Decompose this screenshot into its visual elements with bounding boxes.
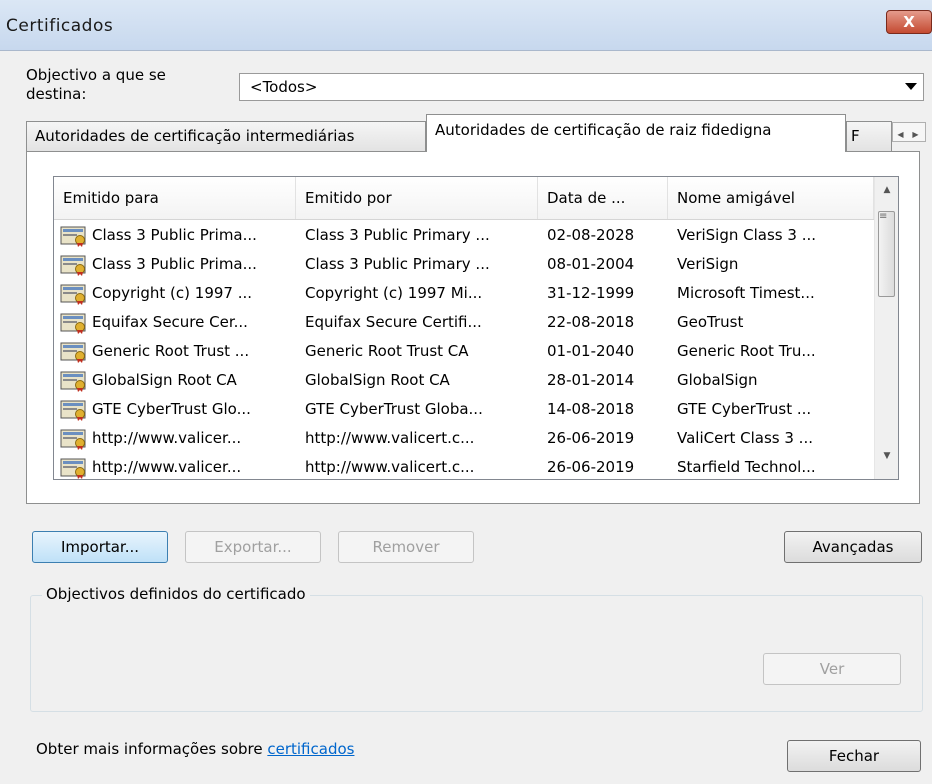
column-header-expiration[interactable]: Data de ...	[538, 177, 668, 219]
purpose-dropdown[interactable]: <Todos>	[239, 73, 924, 101]
import-button[interactable]: Importar...	[32, 531, 168, 563]
cell-issued-by: GlobalSign Root CA	[305, 371, 450, 389]
cell-expiration: 14-08-2018	[547, 400, 635, 418]
cell-expiration: 08-01-2004	[547, 255, 635, 273]
scroll-up-icon[interactable]: ▲	[875, 185, 898, 205]
cell-friendly-name: Generic Root Tru...	[677, 342, 816, 360]
table-row[interactable]: http://www.valicer... http://www.valicert…	[54, 453, 874, 479]
cell-issued-to: http://www.valicer...	[92, 429, 242, 447]
cell-friendly-name: GTE CyberTrust ...	[677, 400, 812, 418]
tab-scroll-buttons: ◀ ▶	[892, 122, 926, 142]
cell-friendly-name: VeriSign	[677, 255, 739, 273]
certificate-icon	[60, 457, 88, 479]
cell-friendly-name: GeoTrust	[677, 313, 744, 331]
export-button[interactable]: Exportar...	[185, 531, 321, 563]
certificate-icon	[60, 341, 88, 363]
close-icon: X	[903, 13, 915, 31]
cell-friendly-name: ValiCert Class 3 ...	[677, 429, 813, 447]
cell-expiration: 26-06-2019	[547, 458, 635, 476]
tab-panel: Emitido para Emitido por Data de ... Nom…	[26, 151, 920, 504]
cell-expiration: 28-01-2014	[547, 371, 635, 389]
list-header: Emitido para Emitido por Data de ... Nom…	[54, 177, 874, 220]
window-title: Certificados	[6, 16, 114, 36]
table-row[interactable]: Class 3 Public Prima... Class 3 Public Pr…	[54, 250, 874, 279]
cell-issued-to: Copyright (c) 1997 ...	[92, 284, 253, 302]
purpose-selected-value: <Todos>	[250, 78, 318, 96]
grip-icon: ≡	[879, 211, 888, 222]
chevron-down-icon[interactable]	[905, 83, 917, 90]
view-button[interactable]: Ver	[763, 653, 901, 685]
table-row[interactable]: GlobalSign Root CA GlobalSign Root CA 28-0…	[54, 366, 874, 395]
purpose-label-line2: destina:	[26, 85, 87, 103]
table-row[interactable]: Class 3 Public Prima... Class 3 Public Pr…	[54, 221, 874, 250]
table-row[interactable]: http://www.valicer... http://www.valicert…	[54, 424, 874, 453]
table-row[interactable]: Copyright (c) 1997 ... Copyright (c) 1997…	[54, 279, 874, 308]
cell-issued-by: http://www.valicert.c...	[305, 458, 475, 476]
certificate-icon	[60, 283, 88, 305]
footer-text: Obter mais informações sobre	[36, 740, 268, 758]
cell-friendly-name: Starfield Technol...	[677, 458, 816, 476]
scroll-down-icon[interactable]: ▼	[875, 451, 898, 471]
cell-issued-by: Equifax Secure Certifi...	[305, 313, 482, 331]
cell-issued-by: GTE CyberTrust Globa...	[305, 400, 483, 418]
certificate-icon	[60, 254, 88, 276]
column-header-issued-to[interactable]: Emitido para	[54, 177, 296, 219]
tab-scroll-right-icon[interactable]: ▶	[908, 126, 923, 144]
purpose-label-line1: Objectivo a que se	[26, 66, 166, 84]
cell-issued-to: Equifax Secure Cer...	[92, 313, 248, 331]
tab-next-partial[interactable]: F	[846, 121, 892, 151]
cell-issued-by: Class 3 Public Primary ...	[305, 226, 490, 244]
tab-intermediate-cas[interactable]: Autoridades de certificação intermediári…	[26, 121, 426, 151]
cell-issued-to: GlobalSign Root CA	[92, 371, 237, 389]
cell-issued-to: Class 3 Public Prima...	[92, 226, 257, 244]
certificate-icon	[60, 370, 88, 392]
table-row[interactable]: Generic Root Trust ... Generic Root Trust…	[54, 337, 874, 366]
tab-trusted-root-cas[interactable]: Autoridades de certificação de raiz fide…	[426, 114, 846, 152]
certificates-dialog: Certificados X Objectivo a que se destin…	[0, 0, 932, 784]
certificate-icon	[60, 399, 88, 421]
cell-issued-by: Copyright (c) 1997 Mi...	[305, 284, 483, 302]
certificate-icon	[60, 225, 88, 247]
cell-expiration: 31-12-1999	[547, 284, 635, 302]
cell-expiration: 22-08-2018	[547, 313, 635, 331]
close-window-button[interactable]: X	[886, 10, 932, 34]
remove-button[interactable]: Remover	[338, 531, 474, 563]
cell-issued-to: GTE CyberTrust Glo...	[92, 400, 251, 418]
certificate-icon	[60, 428, 88, 450]
vertical-scrollbar[interactable]: ▲ ≡ ▼	[874, 177, 898, 479]
cell-expiration: 26-06-2019	[547, 429, 635, 447]
cell-issued-by: http://www.valicert.c...	[305, 429, 475, 447]
tab-scroll-left-icon[interactable]: ◀	[893, 126, 908, 144]
cell-issued-by: Class 3 Public Primary ...	[305, 255, 490, 273]
column-header-issued-by[interactable]: Emitido por	[296, 177, 538, 219]
cell-friendly-name: VeriSign Class 3 ...	[677, 226, 816, 244]
certificate-icon	[60, 312, 88, 334]
cell-issued-to: Generic Root Trust ...	[92, 342, 250, 360]
cell-issued-to: Class 3 Public Prima...	[92, 255, 257, 273]
table-row[interactable]: Equifax Secure Cer... Equifax Secure Cert…	[54, 308, 874, 337]
column-header-friendly-name[interactable]: Nome amigável	[668, 177, 874, 219]
certificate-store-tabs: Autoridades de certificação intermediári…	[26, 114, 926, 152]
cell-issued-to: http://www.valicer...	[92, 458, 242, 476]
cell-expiration: 01-01-2040	[547, 342, 635, 360]
advanced-button[interactable]: Avançadas	[784, 531, 922, 563]
cell-expiration: 02-08-2028	[547, 226, 635, 244]
footer-info: Obter mais informações sobre certificado…	[36, 740, 354, 758]
cell-issued-by: Generic Root Trust CA	[305, 342, 469, 360]
table-row[interactable]: GTE CyberTrust Glo... GTE CyberTrust Glob…	[54, 395, 874, 424]
certificate-list[interactable]: Emitido para Emitido por Data de ... Nom…	[53, 176, 899, 480]
close-button[interactable]: Fechar	[787, 740, 921, 772]
scroll-thumb[interactable]	[878, 211, 895, 297]
certificates-link[interactable]: certificados	[267, 740, 354, 758]
purpose-label: Objectivo a que se destina:	[26, 66, 226, 104]
cell-friendly-name: Microsoft Timest...	[677, 284, 815, 302]
group-title: Objectivos definidos do certificado	[42, 585, 310, 603]
title-bar: Certificados X	[0, 0, 932, 51]
cell-friendly-name: GlobalSign	[677, 371, 758, 389]
